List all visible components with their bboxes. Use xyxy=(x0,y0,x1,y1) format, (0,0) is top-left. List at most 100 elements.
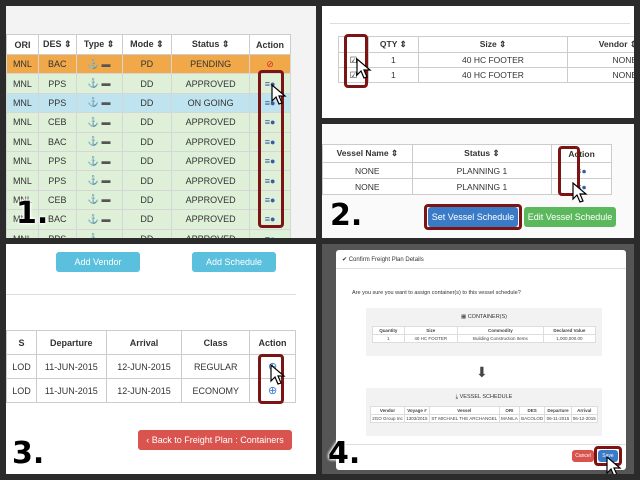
cell-ori: MNL xyxy=(6,131,39,152)
cell-mode: DD xyxy=(121,92,173,114)
cell-des: PPS xyxy=(37,150,77,172)
edit-vessel-schedule-button[interactable]: Edit Vessel Schedule xyxy=(524,207,616,227)
cell-status: APPROVED xyxy=(171,189,251,211)
cell-mode: DD xyxy=(121,228,173,238)
table-row: MNL CEB ⚓ ▬ DD APPROVED ≡● xyxy=(6,189,291,211)
cell-ori: MNL xyxy=(6,170,39,191)
cell-ori: MNL xyxy=(6,150,39,172)
cell-type: ⚓ ▬ xyxy=(75,150,123,172)
col-qty[interactable]: QTY ⇕ xyxy=(367,36,419,53)
col-status[interactable]: Status ⇕ xyxy=(411,144,553,163)
cell-departure: 11-JUN-2015 xyxy=(35,354,107,379)
step-label-1: 1. xyxy=(16,196,49,231)
cell-type: ⚓ ▬ xyxy=(75,170,123,191)
cell-des: PPS xyxy=(37,92,77,114)
table-row: MNL CEB ⚓ ▬ DD APPROVED ≡● xyxy=(6,112,291,133)
cell-status: APPROVED xyxy=(171,228,251,238)
action-cell[interactable]: ≡● xyxy=(249,228,291,238)
anchor-icon: ⚓ xyxy=(87,97,99,108)
col-status[interactable]: Status ⇕ xyxy=(171,34,251,55)
mouse-cursor-icon xyxy=(356,58,372,79)
anchor-icon: ⚓ xyxy=(88,233,99,238)
truck-icon: ▬ xyxy=(101,194,111,205)
cell-status: APPROVED xyxy=(171,131,251,152)
cell-mode: DD xyxy=(121,131,173,152)
table-row: MNLPPS⚓ ▬DDAPPROVED≡● xyxy=(6,150,291,172)
cell-mode: DD xyxy=(121,150,173,172)
truck-icon: ▬ xyxy=(101,116,111,127)
col-class: Class xyxy=(181,330,251,355)
truck-icon: ▬ xyxy=(101,233,110,238)
vessel-planning-panel: Vessel Name ⇕ Status ⇕ Action NONE PLANN… xyxy=(322,124,634,238)
col-vessel-name[interactable]: Vessel Name ⇕ xyxy=(322,144,413,163)
cell-mode: PD xyxy=(121,53,173,75)
anchor-icon: ⚓ xyxy=(87,78,99,89)
container-select-panel: QTY ⇕ Size ⇕ Vendor ⇕ ☑ 1 40 HC FOOTER N… xyxy=(322,6,634,118)
mouse-cursor-icon xyxy=(572,182,588,203)
cell-status: APPROVED xyxy=(171,73,251,94)
anchor-icon: ⚓ xyxy=(87,175,99,186)
cell-status: PLANNING 1 xyxy=(411,162,553,179)
cell-mode: DD xyxy=(121,189,173,211)
truck-icon: ▬ xyxy=(101,58,111,69)
cell-type: ⚓ ▬ xyxy=(75,131,123,152)
cell-departure: 11-JUN-2015 xyxy=(35,378,107,403)
col-ori[interactable]: ORI xyxy=(6,34,39,55)
col-type[interactable]: Type ⇕ xyxy=(75,34,123,55)
table-row: MNL PPS ⚓ ▬ DD ON GOING ≡● xyxy=(6,92,291,114)
cell-type: ⚓ ▬ xyxy=(75,112,123,133)
col-mode[interactable]: Mode ⇕ xyxy=(121,34,173,55)
col-vendor[interactable]: Vendor ⇕ xyxy=(567,36,634,53)
anchor-icon: ⚓ xyxy=(87,136,99,147)
add-schedule-button[interactable]: Add Schedule xyxy=(192,252,276,272)
cell-size: 40 HC FOOTER xyxy=(417,67,569,83)
cell-des: PPS xyxy=(37,73,77,94)
anchor-icon: ⚓ xyxy=(87,194,99,205)
cell-vessel: NONE xyxy=(322,178,413,195)
confirm-dialog-panel: ✔ Confirm Freight Plan Details Are you s… xyxy=(322,244,634,474)
mouse-cursor-icon xyxy=(270,364,286,385)
cell-des: BAC xyxy=(37,131,77,152)
anchor-icon: ⚓ xyxy=(87,58,99,69)
step-label-4: 4. xyxy=(328,436,361,471)
cell-type: ⚓ ▬ xyxy=(75,53,123,75)
truck-icon: ▬ xyxy=(101,136,111,147)
vessel-schedule-section: ⤓ VESSEL SCHEDULE Vendor Voyage # Vessel OR… xyxy=(366,388,602,436)
cell-vessel: NONE xyxy=(322,162,413,179)
table-row: MNL BAC ⚓ ▬ DD APPROVED ≡● xyxy=(6,209,291,230)
download-icon: ⤓ xyxy=(455,394,459,400)
freight-plan-table: ORI DES ⇕ Type ⇕ Mode ⇕ Status ⇕ Action … xyxy=(6,34,291,238)
cell-mode: DD xyxy=(121,73,173,94)
modal-title: Confirm Freight Plan Details xyxy=(348,257,424,263)
cancel-icon[interactable]: ⊘ xyxy=(266,59,274,69)
vessel-schedule-panel: Add Vendor Add Schedule S Departure Arri… xyxy=(6,244,316,474)
col-des[interactable]: DES ⇕ xyxy=(37,34,77,55)
col-size[interactable]: Size ⇕ xyxy=(417,36,569,53)
list-icon[interactable]: ≡● xyxy=(265,234,276,238)
cell-status: APPROVED xyxy=(171,170,251,191)
anchor-icon: ⚓ xyxy=(87,116,99,127)
container-table: QTY ⇕ Size ⇕ Vendor ⇕ ☑ 1 40 HC FOOTER N… xyxy=(338,36,634,83)
cell-s: LOD xyxy=(6,354,37,379)
truck-icon: ▬ xyxy=(101,97,111,108)
set-vessel-schedule-button[interactable]: Set Vessel Schedule xyxy=(428,207,518,227)
table-row: MNL BAC ⚓ ▬ DD APPROVED ≡● xyxy=(6,131,291,152)
back-to-freight-plan-button[interactable]: ‹ Back to Freight Plan : Containers xyxy=(138,430,292,450)
anchor-icon: ⚓ xyxy=(87,155,99,166)
cell-status: APPROVED xyxy=(171,112,251,133)
cancel-button[interactable]: Cancel xyxy=(572,450,594,462)
cell-qty: 1 xyxy=(367,67,419,83)
cell-qty: 1 xyxy=(367,52,419,68)
table-icon: ▦ xyxy=(460,314,467,320)
cell-vendor: NONE xyxy=(567,67,634,83)
cell-type: ⚓ ▬ xyxy=(75,73,123,94)
cell-des: BAC xyxy=(37,53,77,75)
arrow-down-icon: ⬇ xyxy=(476,364,488,380)
cell-status: APPROVED xyxy=(171,209,251,230)
truck-icon: ▬ xyxy=(101,213,111,224)
cell-status: PLANNING 1 xyxy=(411,178,553,195)
vessel-schedule-table: Vendor Voyage # Vessel ORI DES Departure Arriv… xyxy=(369,406,598,423)
cell-type: ⚓ ▬ xyxy=(75,92,123,114)
add-vendor-button[interactable]: Add Vendor xyxy=(56,252,140,272)
mouse-cursor-icon xyxy=(606,456,622,474)
